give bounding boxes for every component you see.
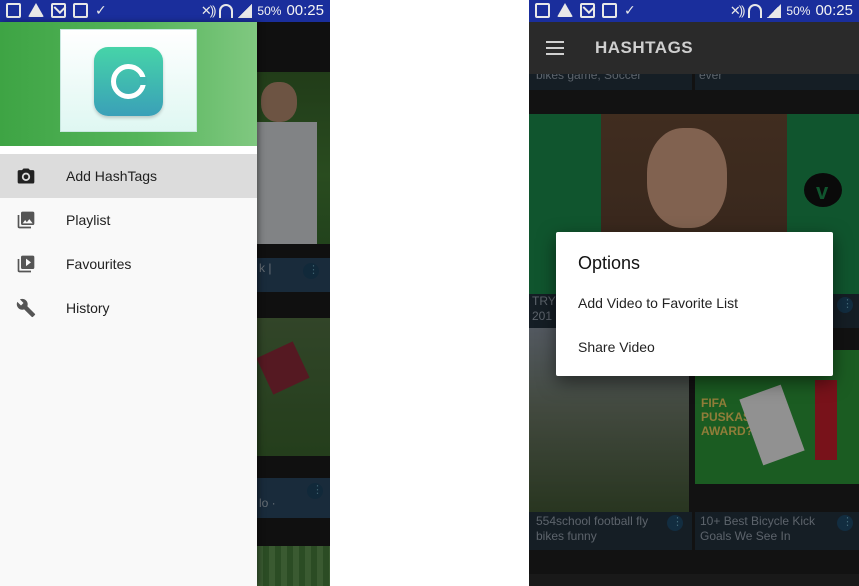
options-dialog: Options Add Video to Favorite List Share… (556, 232, 833, 376)
video-library-icon (17, 255, 35, 273)
signal-icon (767, 3, 782, 18)
warning-icon (557, 3, 573, 17)
scrim[interactable] (257, 22, 330, 586)
mail-icon (51, 3, 66, 18)
left-phone-screen: ✓ ✕)) 50% 00:25 k | lo · (0, 0, 330, 586)
navigation-drawer: Add HashTags Playlist Favourites History (0, 22, 257, 586)
mute-icon: ✕)) (200, 2, 217, 18)
gallery-icon (535, 3, 550, 18)
mail-icon (580, 3, 595, 18)
wifi-icon (219, 3, 234, 18)
drawer-item-label: Favourites (66, 256, 132, 272)
mute-icon: ✕)) (729, 2, 746, 18)
right-phone-screen: ✓ ✕)) 50% 00:25 bikes game, Soccer ever … (529, 0, 859, 586)
wifi-settings-icon (602, 3, 617, 18)
dialog-title: Options (578, 253, 641, 273)
drawer-item-history[interactable]: History (0, 286, 257, 330)
status-bar: ✓ ✕)) 50% 00:25 (529, 0, 859, 22)
gallery-icon (6, 3, 21, 18)
app-logo (60, 29, 197, 132)
photo-library-icon (17, 211, 35, 229)
warning-icon (28, 3, 44, 17)
app-bar: HASHTAGS (529, 22, 859, 74)
signal-icon (238, 3, 253, 18)
drawer-item-playlist[interactable]: Playlist (0, 198, 257, 242)
wifi-settings-icon (73, 3, 88, 18)
app-bar-title: HASHTAGS (595, 38, 694, 57)
camera-icon (17, 168, 35, 184)
clock: 00:25 (286, 2, 324, 19)
battery-percent: 50% (257, 3, 282, 18)
wifi-icon (748, 3, 763, 18)
drawer-item-label: Playlist (66, 212, 111, 228)
drawer-item-favourites[interactable]: Favourites (0, 242, 257, 286)
drawer-item-add-hashtags[interactable]: Add HashTags (0, 154, 257, 198)
check-icon: ✓ (95, 2, 107, 18)
drawer-item-label: History (66, 300, 110, 316)
menu-icon[interactable] (546, 41, 564, 55)
add-to-favorites-option[interactable]: Add Video to Favorite List (556, 283, 833, 323)
ring-icon (111, 64, 147, 99)
check-icon: ✓ (624, 2, 636, 18)
app-icon (94, 47, 163, 116)
wrench-icon (16, 298, 36, 318)
status-bar: ✓ ✕)) 50% 00:25 (0, 0, 330, 22)
drawer-header (0, 22, 257, 146)
battery-percent: 50% (786, 3, 811, 18)
drawer-item-label: Add HashTags (66, 168, 158, 184)
share-video-option[interactable]: Share Video (556, 327, 833, 367)
clock: 00:25 (815, 2, 853, 19)
